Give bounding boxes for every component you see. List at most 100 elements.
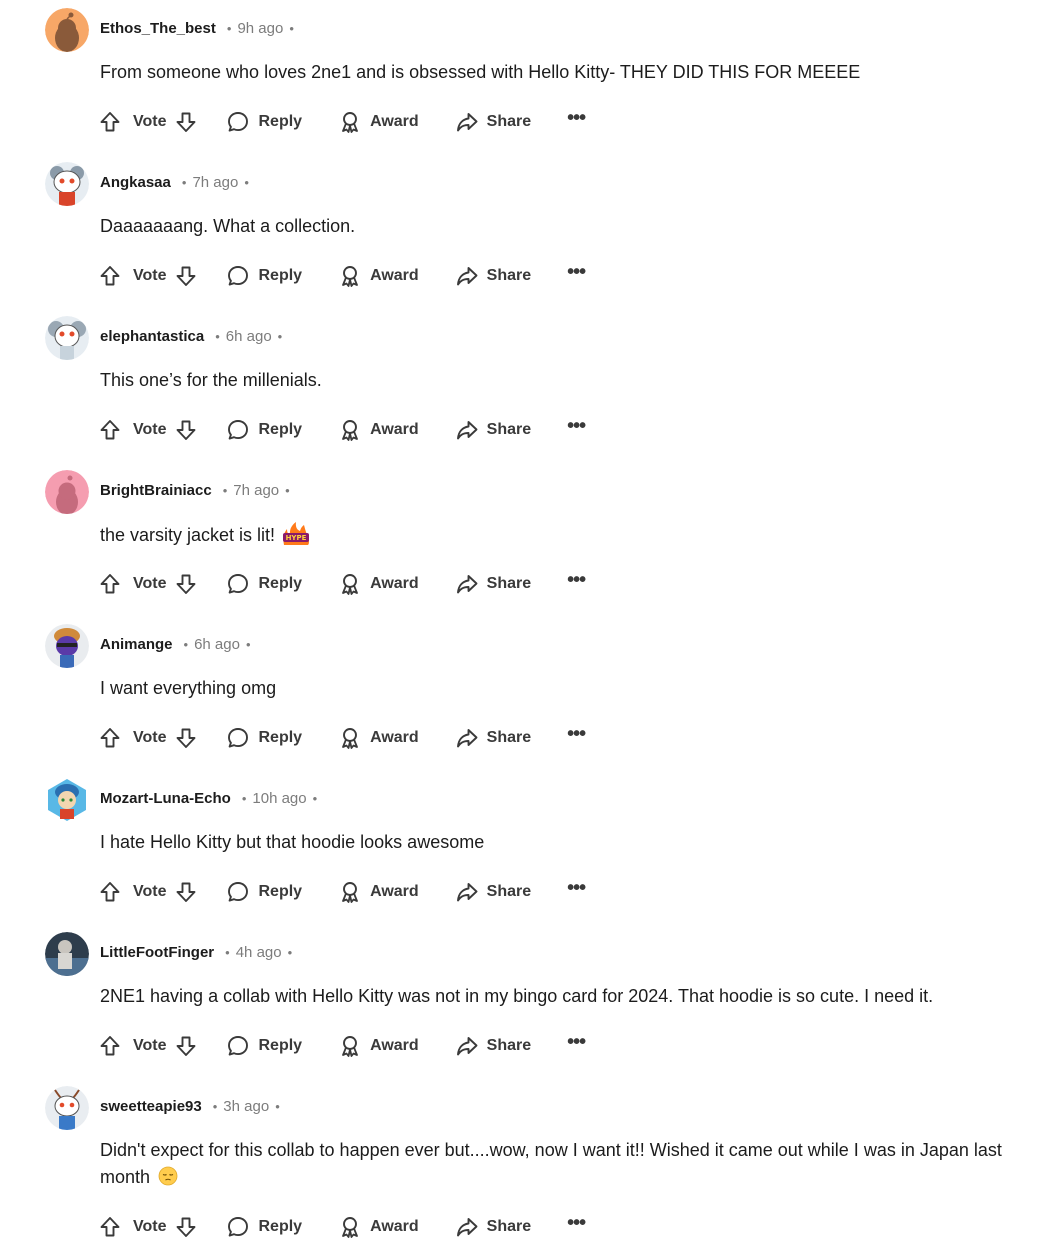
separator-dot: • bbox=[275, 1098, 280, 1114]
downvote-button[interactable] bbox=[174, 726, 198, 750]
downvote-button[interactable] bbox=[174, 572, 198, 596]
reply-bubble-icon bbox=[226, 264, 250, 288]
upvote-button[interactable] bbox=[98, 572, 122, 596]
reply-button[interactable]: Reply bbox=[226, 880, 302, 904]
award-button[interactable]: Award bbox=[338, 572, 419, 596]
award-button[interactable]: Award bbox=[338, 418, 419, 442]
downvote-button[interactable] bbox=[174, 418, 198, 442]
more-dots-icon: ••• bbox=[567, 1212, 586, 1234]
upvote-button[interactable] bbox=[98, 110, 122, 134]
reply-label: Reply bbox=[258, 1218, 303, 1235]
reply-button[interactable]: Reply bbox=[226, 726, 302, 750]
reply-button[interactable]: Reply bbox=[226, 1034, 302, 1058]
share-button[interactable]: Share bbox=[455, 880, 531, 904]
share-button[interactable]: Share bbox=[455, 572, 531, 596]
share-button[interactable]: Share bbox=[455, 1034, 531, 1058]
avatar[interactable] bbox=[45, 470, 89, 514]
award-button[interactable]: Award bbox=[338, 726, 419, 750]
username[interactable]: Mozart-Luna-Echo bbox=[100, 790, 231, 807]
downvote-button[interactable] bbox=[174, 1215, 198, 1239]
comment-meta: Mozart-Luna-Echo • 10h ago • bbox=[100, 788, 317, 808]
username[interactable]: Ethos_The_best bbox=[100, 20, 216, 37]
timestamp[interactable]: 9h ago bbox=[237, 20, 283, 37]
reply-button[interactable]: Reply bbox=[226, 1215, 302, 1239]
reply-bubble-icon bbox=[226, 726, 250, 750]
share-button[interactable]: Share bbox=[455, 264, 531, 288]
share-button[interactable]: Share bbox=[455, 1215, 531, 1239]
more-options-button[interactable]: ••• bbox=[567, 415, 586, 439]
award-button[interactable]: Award bbox=[338, 264, 419, 288]
award-label: Award bbox=[370, 1037, 419, 1054]
avatar[interactable] bbox=[45, 624, 89, 668]
share-label: Share bbox=[486, 421, 532, 438]
share-button[interactable]: Share bbox=[455, 726, 531, 750]
reply-button[interactable]: Reply bbox=[226, 572, 302, 596]
avatar[interactable] bbox=[45, 162, 89, 206]
share-button[interactable]: Share bbox=[455, 418, 531, 442]
reply-button[interactable]: Reply bbox=[226, 110, 302, 134]
more-dots-icon: ••• bbox=[567, 261, 586, 283]
award-button[interactable]: Award bbox=[338, 1034, 419, 1058]
more-dots-icon: ••• bbox=[567, 415, 586, 437]
upvote-button[interactable] bbox=[98, 1034, 122, 1058]
username[interactable]: Animange bbox=[100, 636, 173, 653]
timestamp[interactable]: 6h ago bbox=[226, 328, 272, 345]
upvote-icon bbox=[98, 264, 122, 288]
reply-button[interactable]: Reply bbox=[226, 418, 302, 442]
username[interactable]: BrightBrainiacc bbox=[100, 482, 212, 499]
timestamp[interactable]: 6h ago bbox=[194, 636, 240, 653]
upvote-button[interactable] bbox=[98, 418, 122, 442]
share-label: Share bbox=[486, 729, 532, 746]
comment-actions: Vote Reply Award Share ••• bbox=[98, 878, 586, 906]
more-options-button[interactable]: ••• bbox=[567, 1032, 586, 1055]
downvote-button[interactable] bbox=[174, 880, 198, 904]
more-dots-icon: ••• bbox=[567, 107, 586, 129]
avatar[interactable] bbox=[45, 1086, 89, 1130]
avatar[interactable] bbox=[45, 778, 89, 822]
award-icon bbox=[338, 1034, 362, 1058]
timestamp[interactable]: 3h ago bbox=[223, 1098, 269, 1115]
timestamp[interactable]: 10h ago bbox=[252, 790, 306, 807]
username[interactable]: Angkasaa bbox=[100, 174, 171, 191]
username[interactable]: elephantastica bbox=[100, 328, 204, 345]
timestamp[interactable]: 7h ago bbox=[233, 482, 279, 499]
more-options-button[interactable]: ••• bbox=[567, 261, 586, 285]
upvote-button[interactable] bbox=[98, 880, 122, 904]
award-button[interactable]: Award bbox=[338, 1215, 419, 1239]
comment-text: I hate Hello Kitty but that hoodie looks… bbox=[100, 832, 485, 852]
downvote-icon bbox=[174, 110, 198, 134]
username[interactable]: LittleFootFinger bbox=[100, 944, 214, 961]
more-options-button[interactable]: ••• bbox=[567, 724, 586, 747]
upvote-button[interactable] bbox=[98, 264, 122, 288]
comment-body: I want everything omg bbox=[100, 675, 1050, 702]
username[interactable]: sweetteapie93 bbox=[100, 1098, 202, 1115]
avatar[interactable] bbox=[45, 932, 89, 976]
reply-button[interactable]: Reply bbox=[226, 264, 302, 288]
avatar[interactable] bbox=[45, 8, 89, 52]
reply-label: Reply bbox=[258, 575, 303, 592]
timestamp[interactable]: 4h ago bbox=[236, 944, 282, 961]
more-options-button[interactable]: ••• bbox=[567, 570, 586, 593]
downvote-button[interactable] bbox=[174, 110, 198, 134]
downvote-button[interactable] bbox=[174, 1034, 198, 1058]
upvote-button[interactable] bbox=[98, 1215, 122, 1239]
upvote-button[interactable] bbox=[98, 726, 122, 750]
avatar[interactable] bbox=[45, 316, 89, 360]
more-options-button[interactable]: ••• bbox=[567, 1212, 586, 1236]
vote-label: Vote bbox=[133, 113, 167, 130]
timestamp[interactable]: 7h ago bbox=[192, 174, 238, 191]
share-button[interactable]: Share bbox=[455, 110, 531, 134]
downvote-button[interactable] bbox=[174, 264, 198, 288]
downvote-icon bbox=[174, 572, 198, 596]
more-options-button[interactable]: ••• bbox=[567, 107, 586, 131]
award-button[interactable]: Award bbox=[338, 880, 419, 904]
comment-text: From someone who loves 2ne1 and is obses… bbox=[100, 62, 861, 82]
upvote-icon bbox=[98, 1215, 122, 1239]
share-label: Share bbox=[486, 883, 532, 900]
more-options-button[interactable]: ••• bbox=[567, 878, 586, 901]
award-label: Award bbox=[370, 883, 419, 900]
award-button[interactable]: Award bbox=[338, 110, 419, 134]
separator-dot: • bbox=[241, 790, 247, 806]
comment-actions: Vote Reply Award Share ••• bbox=[98, 415, 586, 444]
comment-actions: Vote Reply Award Share ••• bbox=[98, 1212, 586, 1241]
